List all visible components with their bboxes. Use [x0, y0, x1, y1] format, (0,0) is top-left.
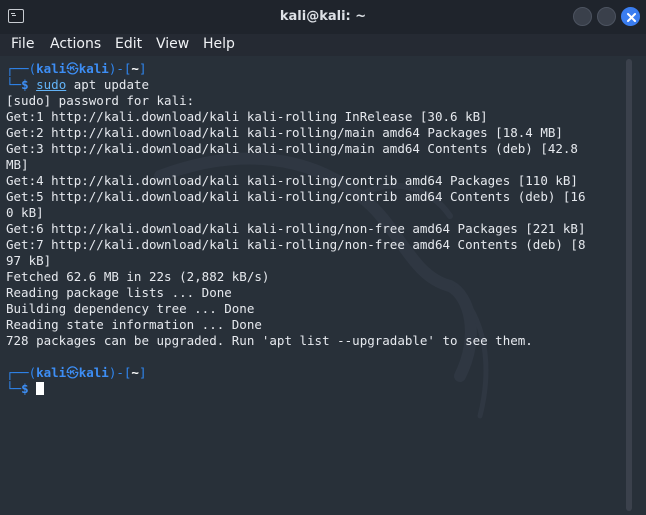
window-title: kali@kali: ~ — [279, 9, 367, 24]
output-line: 0 kB] — [6, 205, 44, 220]
text-cursor — [36, 382, 45, 395]
close-icon — [627, 13, 636, 22]
menu-bar: File Actions Edit View Help — [0, 34, 646, 56]
output-line: Get:6 http://kali.download/kali kali-rol… — [6, 221, 586, 236]
maximize-button[interactable] — [597, 7, 616, 26]
menu-file[interactable]: File — [11, 36, 34, 52]
output-line: [sudo] password for kali: — [6, 93, 195, 108]
active-command-line[interactable]: └─$ — [6, 381, 585, 397]
prompt-host: kali — [78, 61, 109, 76]
prompt-user: kali — [36, 61, 67, 76]
output-line: Reading package lists ... Done — [6, 285, 232, 300]
output-line: Get:2 http://kali.download/kali kali-rol… — [6, 125, 563, 140]
prompt-line-1: ┌──(kali㉿kali)-[~] — [6, 61, 147, 76]
terminal-area[interactable]: ┌──(kali㉿kali)-[~] └─$ sudo apt update [… — [0, 56, 646, 515]
output-line: 728 packages can be upgraded. Run 'apt l… — [6, 333, 533, 348]
output-line: 97 kB] — [6, 253, 52, 268]
output-line: Reading state information ... Done — [6, 317, 262, 332]
output-line: Get:1 http://kali.download/kali kali-rol… — [6, 109, 488, 124]
output-line: MB] — [6, 157, 29, 172]
terminal-output: ┌──(kali㉿kali)-[~] └─$ sudo apt update [… — [6, 61, 585, 397]
output-line: Get:4 http://kali.download/kali kali-rol… — [6, 173, 578, 188]
prompt-line-2: ┌──(kali㉿kali)-[~] — [6, 365, 147, 380]
title-bar[interactable]: kali@kali: ~ — [0, 0, 646, 34]
command-output: [sudo] password for kali: Get:1 http://ka… — [6, 93, 585, 365]
menu-actions[interactable]: Actions — [50, 36, 101, 52]
output-line: Get:3 http://kali.download/kali kali-rol… — [6, 141, 578, 156]
menu-view[interactable]: View — [156, 36, 189, 52]
terminal-window: kali@kali: ~ File Actions Edit View Help… — [0, 0, 646, 515]
minimize-button[interactable] — [573, 7, 592, 26]
output-line: Get:5 http://kali.download/kali kali-rol… — [6, 189, 586, 204]
menu-help[interactable]: Help — [203, 36, 235, 52]
command-args: apt update — [66, 77, 150, 92]
prompt-dir: ~ — [131, 61, 139, 76]
command-sudo: sudo — [36, 77, 67, 92]
menu-edit[interactable]: Edit — [115, 36, 142, 52]
output-line: Get:7 http://kali.download/kali kali-rol… — [6, 237, 586, 252]
output-line: Building dependency tree ... Done — [6, 301, 255, 316]
output-line: Fetched 62.6 MB in 22s (2,882 kB/s) — [6, 269, 270, 284]
kali-skull-icon: ㉿ — [66, 61, 79, 76]
command-line: └─$ sudo apt update — [6, 77, 150, 92]
close-button[interactable] — [621, 7, 640, 26]
kali-skull-icon-2: ㉿ — [66, 365, 79, 380]
scrollbar[interactable] — [626, 59, 632, 511]
